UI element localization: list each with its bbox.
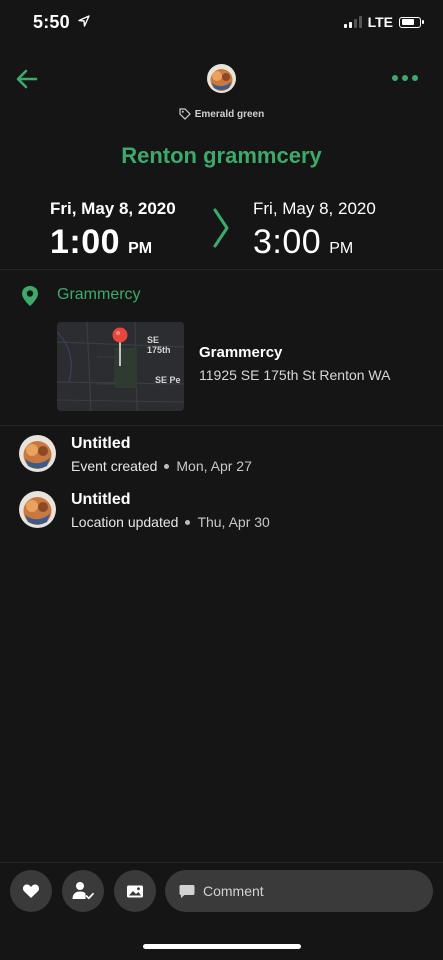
end-date: Fri, May 8, 2020 [253,199,376,218]
start-datetime[interactable]: Fri, May 8, 2020 1:00 PM [50,199,176,262]
start-date: Fri, May 8, 2020 [50,199,176,218]
like-button[interactable] [10,870,52,912]
divider [0,862,443,863]
avatar[interactable] [19,435,56,472]
location-address: 11925 SE 175th St Renton WA [199,367,391,383]
location-pin-icon [22,286,38,306]
person-check-icon [72,882,94,900]
chevron-right-icon [213,208,229,248]
status-time: 5:50 [33,12,90,33]
tag-icon [179,108,191,120]
end-ampm: PM [329,240,354,257]
map-thumbnail[interactable]: SE 175th SE Pe [57,322,184,411]
add-photo-button[interactable] [114,870,156,912]
activity-subtitle: Event created Mon, Apr 27 [71,458,252,474]
map-street-label: SE Pe [155,375,181,385]
comment-placeholder: Comment [203,883,264,899]
comment-icon [179,884,195,898]
signal-icon [343,16,362,28]
rsvp-button[interactable] [62,870,104,912]
activity-title: Untitled [71,435,131,452]
activity-subtitle: Location updated Thu, Apr 30 [71,514,270,530]
activity-action: Location updated [71,514,179,530]
end-datetime[interactable]: Fri, May 8, 2020 3:00 PM [253,199,376,262]
end-time: 3:00 [253,223,322,261]
heart-icon [22,884,40,898]
start-ampm: PM [128,240,153,257]
activity-date: Mon, Apr 27 [176,458,252,474]
image-icon [127,885,143,897]
battery-icon [399,16,424,28]
location-card-title: Grammercy [199,344,283,361]
divider [0,425,443,426]
activity-date: Thu, Apr 30 [197,514,270,530]
avatar[interactable] [207,64,236,93]
comment-input[interactable]: Comment [165,870,433,912]
tag-label[interactable]: Emerald green [0,108,443,120]
map-street-label: SE 175th [147,335,171,355]
activity-action: Event created [71,458,158,474]
status-icons: LTE [343,14,424,30]
avatar[interactable] [19,491,56,528]
activity-title: Untitled [71,491,131,508]
event-title: Renton grammcery [121,143,322,168]
location-name[interactable]: Grammercy [57,286,141,304]
home-indicator[interactable] [143,944,301,949]
location-arrow-icon [78,15,90,27]
back-arrow-icon[interactable] [14,66,40,92]
more-options-icon[interactable] [391,70,419,86]
divider [0,269,443,270]
network-label: LTE [367,14,393,30]
start-time: 1:00 [50,223,121,261]
